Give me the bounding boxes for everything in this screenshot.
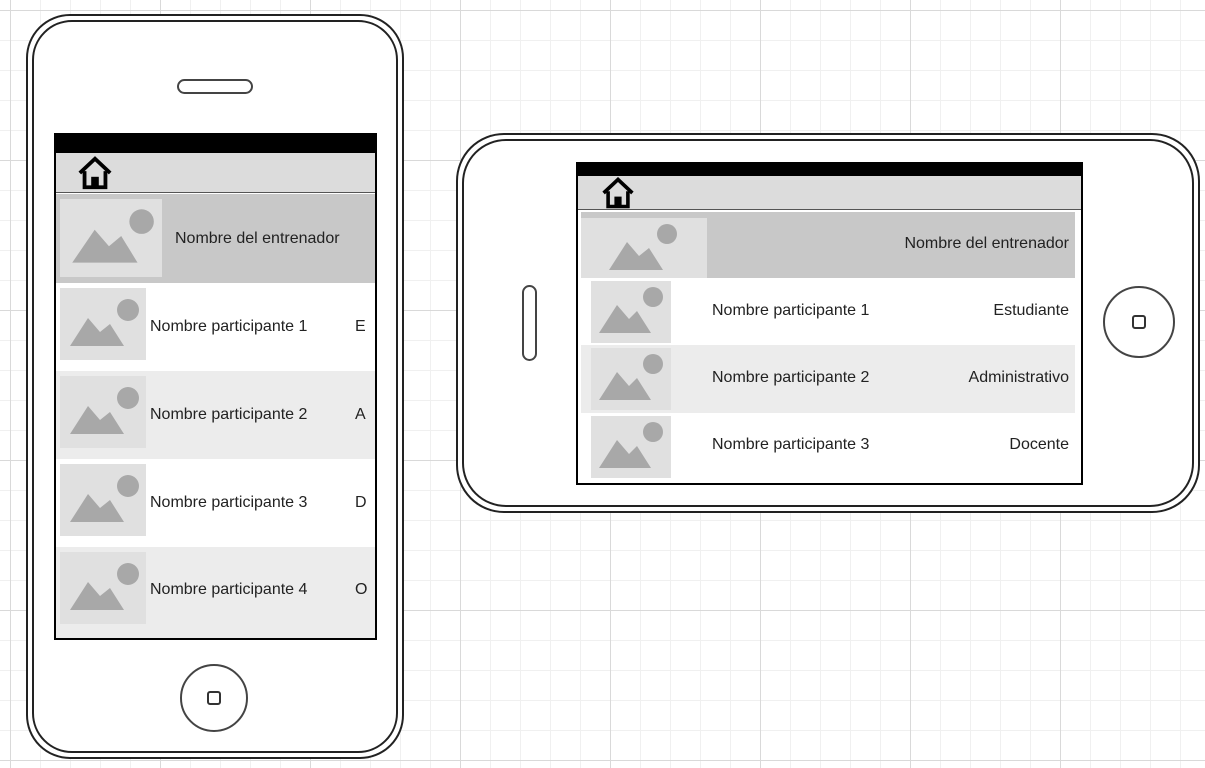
participant-avatar: [60, 376, 146, 448]
image-placeholder-icon: [599, 422, 663, 468]
participant-name: Nombre participante 2: [712, 369, 870, 386]
trainer-row[interactable]: Nombre del entrenador: [56, 194, 375, 283]
landscape-speaker: [522, 285, 537, 361]
landscape-nav-bar: [578, 176, 1081, 210]
participant-name: Nombre participante 3: [150, 494, 308, 511]
participant-avatar: [60, 552, 146, 624]
image-placeholder-icon: [70, 475, 139, 522]
home-square-icon: [1132, 315, 1146, 329]
participant-name: Nombre participante 1: [712, 302, 870, 319]
participant-name: Nombre participante 4: [150, 581, 308, 598]
participant-row[interactable]: Nombre participante 2 Administrativo: [581, 345, 1075, 413]
image-placeholder-icon: [599, 287, 663, 333]
participant-role: O: [355, 581, 368, 598]
home-icon[interactable]: [76, 154, 114, 192]
trainer-avatar: [581, 218, 707, 278]
participant-row[interactable]: Nombre participante 1 Estudiante: [581, 278, 1075, 345]
participant-role: Estudiante: [993, 302, 1069, 319]
image-placeholder-icon: [599, 354, 663, 400]
trainer-name: Nombre del entrenador: [904, 235, 1069, 252]
participant-role: Docente: [1009, 436, 1069, 453]
landscape-screen: Nombre del entrenador Nombre participant…: [576, 162, 1083, 485]
participant-role: D: [355, 494, 367, 511]
home-icon[interactable]: [600, 175, 636, 211]
participant-role: A: [355, 406, 366, 423]
participant-role: Administrativo: [968, 369, 1069, 386]
image-placeholder-icon: [70, 299, 139, 346]
participant-name: Nombre participante 2: [150, 406, 308, 423]
portrait-home-button[interactable]: [180, 664, 248, 732]
participant-role: E: [355, 318, 366, 335]
participant-name: Nombre participante 3: [712, 436, 870, 453]
image-placeholder-icon: [609, 224, 677, 270]
participant-row[interactable]: Nombre participante 3 Docente: [581, 413, 1075, 481]
participant-avatar: [591, 281, 671, 343]
participant-row[interactable]: Nombre participante 3 D: [56, 459, 375, 547]
image-placeholder-icon: [72, 209, 154, 263]
participant-avatar: [60, 464, 146, 536]
participant-row[interactable]: Nombre participante 2 A: [56, 371, 375, 459]
participant-avatar: [60, 288, 146, 360]
portrait-status-bar: [56, 135, 375, 153]
trainer-row[interactable]: Nombre del entrenador: [581, 212, 1075, 278]
portrait-speaker: [177, 79, 253, 94]
participant-avatar: [591, 416, 671, 478]
home-square-icon: [207, 691, 221, 705]
trainer-avatar: [60, 199, 162, 277]
landscape-status-bar: [578, 164, 1081, 176]
participant-row[interactable]: Nombre participante 4 O: [56, 547, 375, 638]
landscape-home-button[interactable]: [1103, 286, 1175, 358]
participant-name: Nombre participante 1: [150, 318, 308, 335]
image-placeholder-icon: [70, 387, 139, 434]
participant-row[interactable]: Nombre participante 1 E: [56, 283, 375, 371]
participant-avatar: [591, 348, 671, 410]
portrait-nav-bar: [56, 153, 375, 193]
portrait-screen: Nombre del entrenador Nombre participant…: [54, 133, 377, 640]
trainer-name: Nombre del entrenador: [175, 230, 340, 247]
image-placeholder-icon: [70, 563, 139, 610]
